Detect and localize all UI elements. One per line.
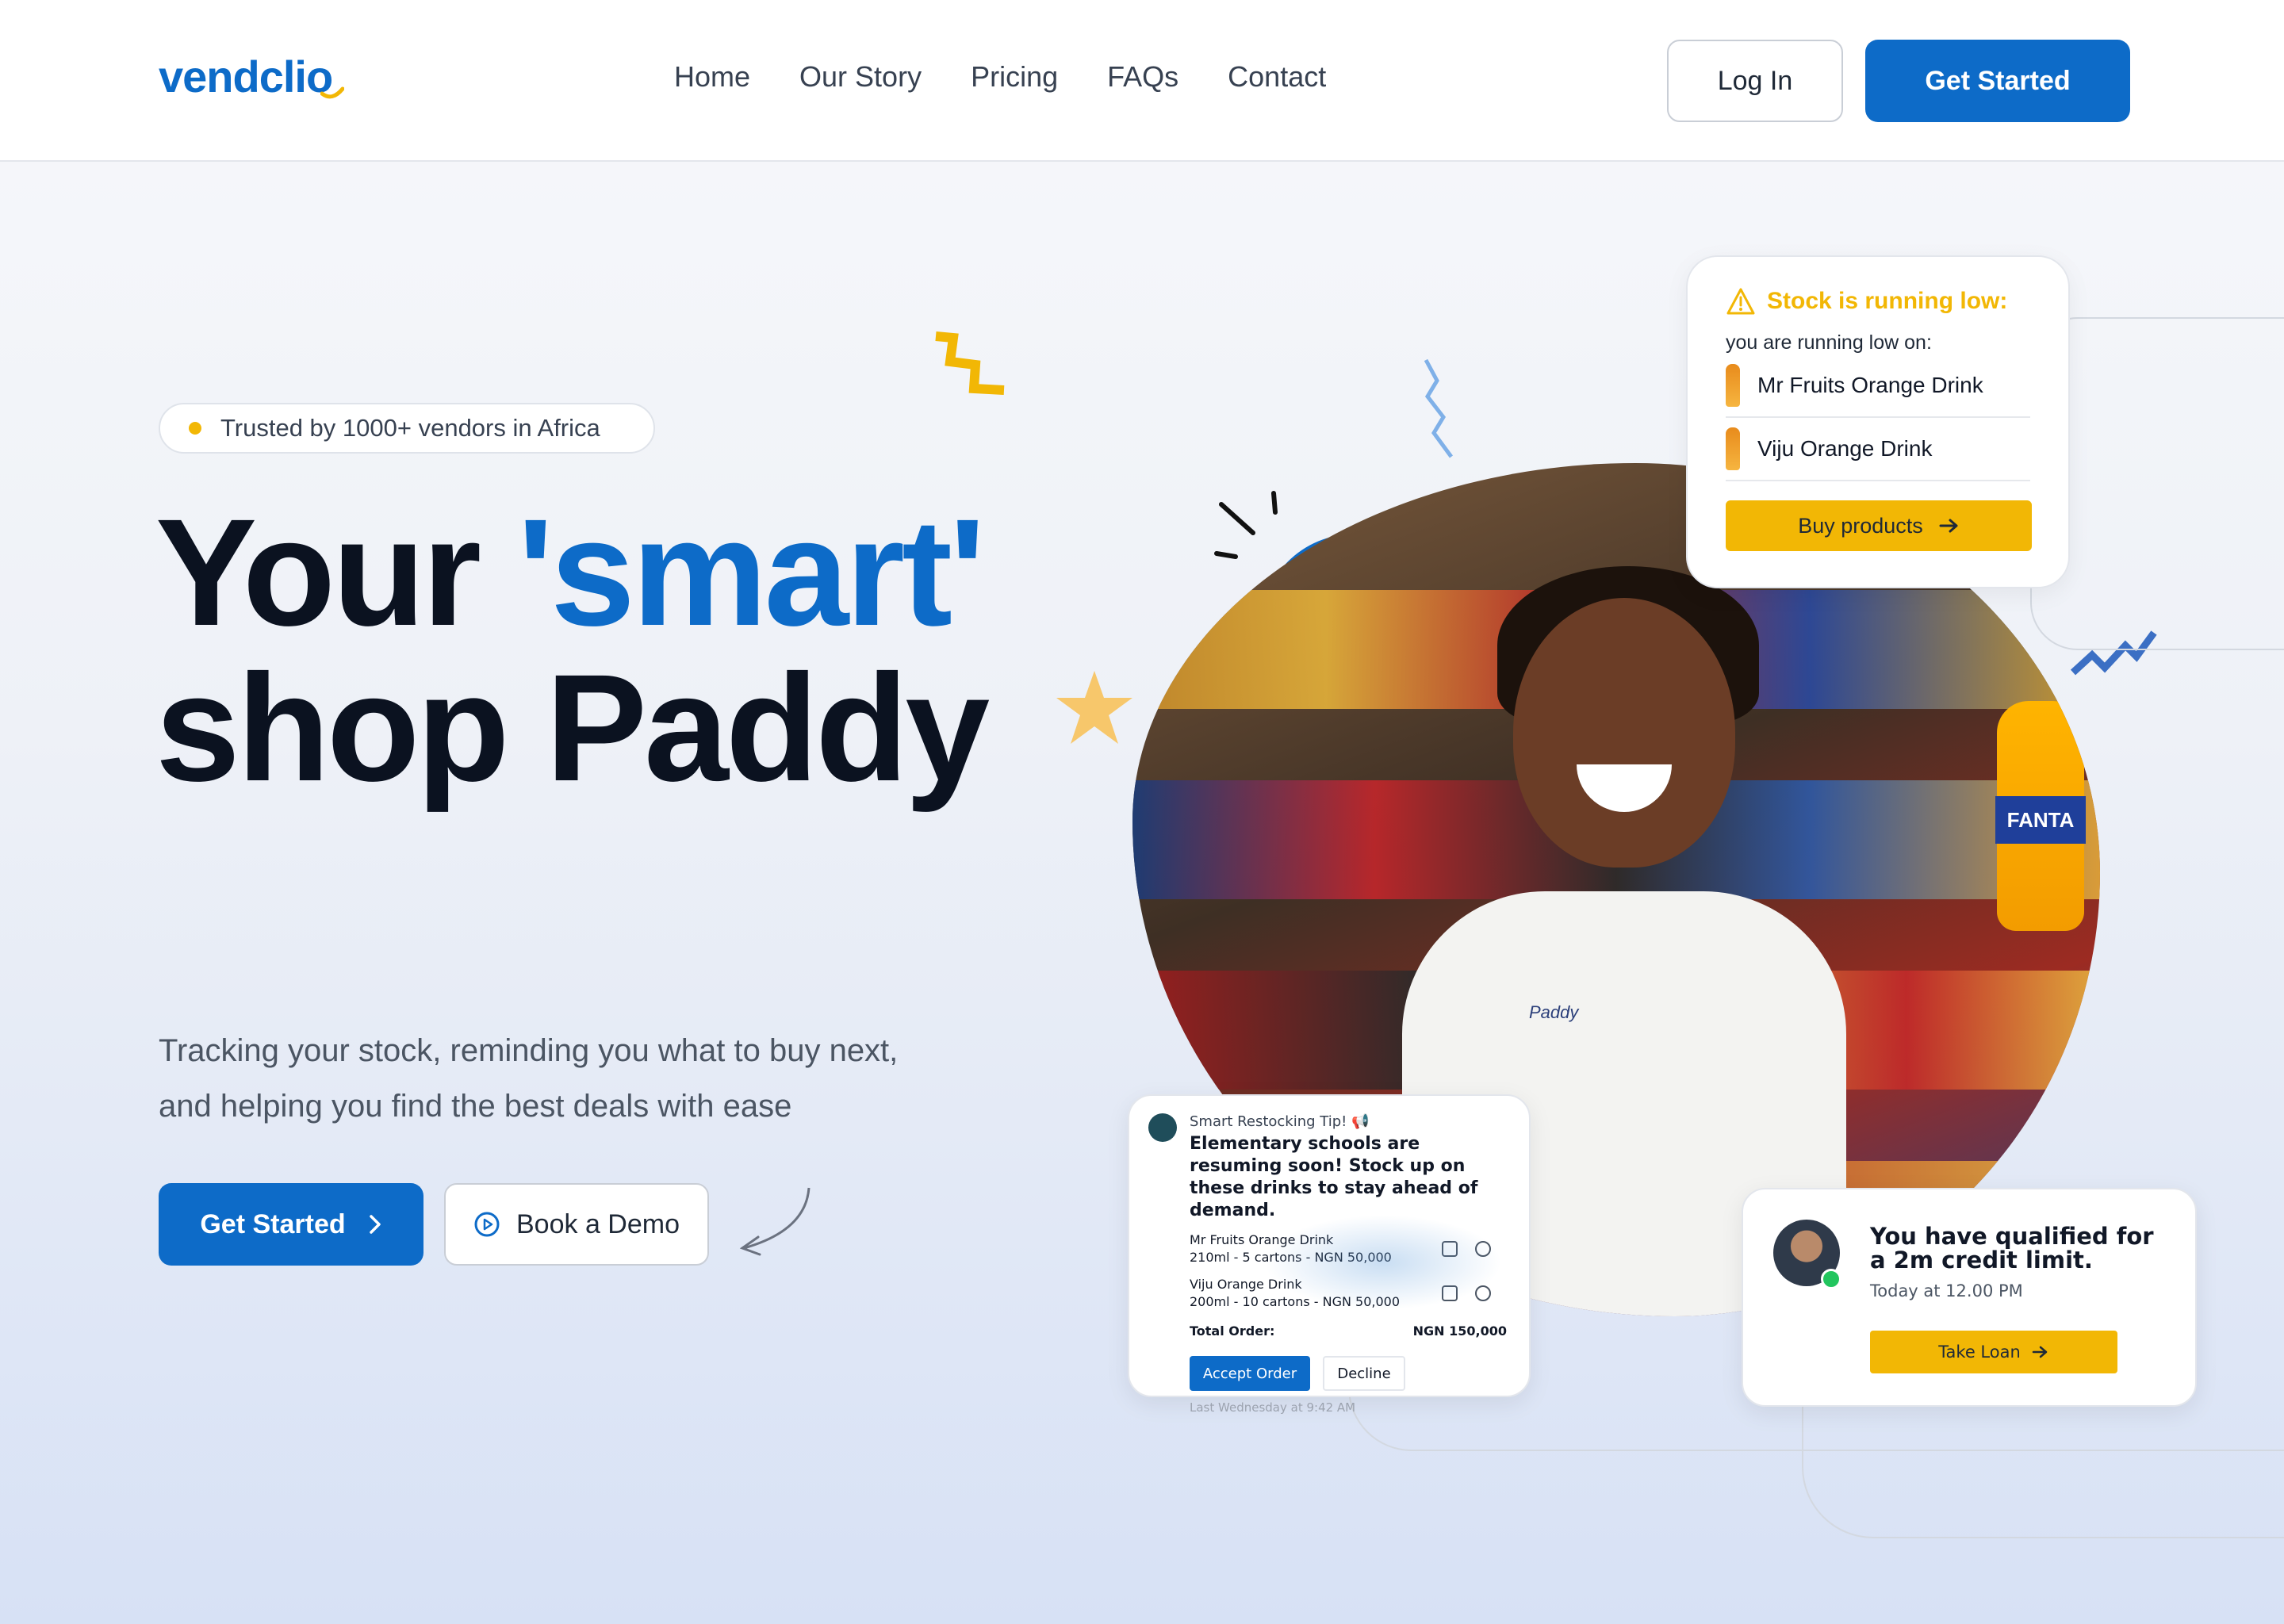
buy-products-label: Buy products bbox=[1798, 513, 1923, 538]
blur-highlight bbox=[1264, 1215, 1502, 1310]
total-value: NGN 150,000 bbox=[1412, 1323, 1507, 1339]
book-demo-label: Book a Demo bbox=[516, 1208, 680, 1239]
nav-home[interactable]: Home bbox=[674, 60, 750, 94]
accept-order-button[interactable]: Accept Order bbox=[1190, 1356, 1310, 1391]
restock-actions: Accept Order Decline bbox=[1190, 1356, 1507, 1391]
restock-title: Elementary schools are resuming soon! St… bbox=[1190, 1134, 1478, 1220]
logo[interactable]: vendclio bbox=[159, 51, 333, 102]
stock-alert-card: Stock is running low: you are running lo… bbox=[1686, 255, 2070, 588]
logo-swoosh-icon bbox=[320, 86, 344, 99]
restock-avatar bbox=[1148, 1113, 1177, 1142]
nav-our-story[interactable]: Our Story bbox=[799, 60, 922, 94]
zigzag-yellow-icon bbox=[935, 331, 1005, 395]
stock-alert-subtitle: you are running low on: bbox=[1726, 331, 1932, 354]
chevron-right-icon bbox=[369, 1215, 381, 1234]
hero-headline: Your 'smart' shop Paddy bbox=[155, 495, 990, 806]
restock-timestamp: Last Wednesday at 9:42 AM bbox=[1190, 1400, 1356, 1415]
bottle-icon bbox=[1726, 427, 1740, 470]
arrow-right-icon bbox=[1939, 519, 1958, 533]
hero-get-started-label: Get Started bbox=[200, 1208, 346, 1239]
stock-item: Viju Orange Drink bbox=[1726, 418, 2030, 481]
nav-faqs[interactable]: FAQs bbox=[1107, 60, 1178, 94]
headline-part2: shop Paddy bbox=[155, 642, 990, 813]
restock-tip-card: Smart Restocking Tip! 📢 Elementary schoo… bbox=[1128, 1094, 1531, 1415]
take-loan-label: Take Loan bbox=[1938, 1342, 2021, 1362]
play-circle-icon bbox=[474, 1212, 500, 1237]
stock-item-label: Viju Orange Drink bbox=[1757, 436, 1933, 461]
trust-badge: Trusted by 1000+ vendors in Africa bbox=[159, 403, 655, 454]
online-status-icon bbox=[1821, 1269, 1841, 1289]
curved-arrow-icon bbox=[739, 1187, 811, 1256]
take-loan-button[interactable]: Take Loan bbox=[1870, 1331, 2117, 1373]
stock-alert-title-text: Stock is running low: bbox=[1767, 288, 2008, 314]
header-get-started-button[interactable]: Get Started bbox=[1865, 40, 2130, 122]
star-icon bbox=[1056, 671, 1132, 744]
shirt-logo-text: Paddy bbox=[1529, 1002, 1579, 1022]
restock-kicker: Smart Restocking Tip! 📢 bbox=[1190, 1113, 1370, 1130]
warning-icon bbox=[1726, 288, 1755, 315]
stock-item-label: Mr Fruits Orange Drink bbox=[1757, 373, 1983, 397]
login-button[interactable]: Log In bbox=[1667, 40, 1843, 122]
main-nav: Home Our Story Pricing FAQs Contact bbox=[674, 60, 1326, 94]
bottle-icon bbox=[1726, 364, 1740, 407]
book-demo-button[interactable]: Book a Demo bbox=[444, 1183, 709, 1266]
zigzag-blue-icon bbox=[1424, 358, 1454, 458]
total-label: Total Order: bbox=[1190, 1323, 1275, 1339]
buy-products-button[interactable]: Buy products bbox=[1726, 500, 2032, 551]
nav-pricing[interactable]: Pricing bbox=[971, 60, 1058, 94]
site-header: vendclio Home Our Story Pricing FAQs Con… bbox=[0, 0, 2284, 162]
credit-limit-timestamp: Today at 12.00 PM bbox=[1870, 1281, 2023, 1300]
stock-item: Mr Fruits Orange Drink bbox=[1726, 354, 2030, 418]
stock-alert-title: Stock is running low: bbox=[1726, 287, 2030, 316]
person-head bbox=[1513, 598, 1735, 868]
nav-contact[interactable]: Contact bbox=[1228, 60, 1326, 94]
decline-button[interactable]: Decline bbox=[1323, 1356, 1405, 1391]
arrow-right-icon bbox=[2032, 1346, 2048, 1358]
credit-limit-card: You have qualified for a 2m credit limit… bbox=[1742, 1188, 2197, 1407]
badge-dot-icon bbox=[189, 422, 201, 435]
hero-get-started-button[interactable]: Get Started bbox=[159, 1183, 423, 1266]
headline-accent: 'smart' bbox=[517, 487, 985, 657]
bottle-label: FANTA bbox=[1995, 796, 2086, 844]
restock-total-row: Total Order: NGN 150,000 bbox=[1190, 1323, 1507, 1339]
headline-part1: Your bbox=[155, 487, 481, 657]
credit-limit-title: You have qualified for a 2m credit limit… bbox=[1870, 1223, 2154, 1274]
badge-text: Trusted by 1000+ vendors in Africa bbox=[220, 414, 600, 442]
spark-lines-icon bbox=[1214, 491, 1278, 559]
hero-subtext: Tracking your stock, reminding you what … bbox=[159, 1033, 899, 1124]
